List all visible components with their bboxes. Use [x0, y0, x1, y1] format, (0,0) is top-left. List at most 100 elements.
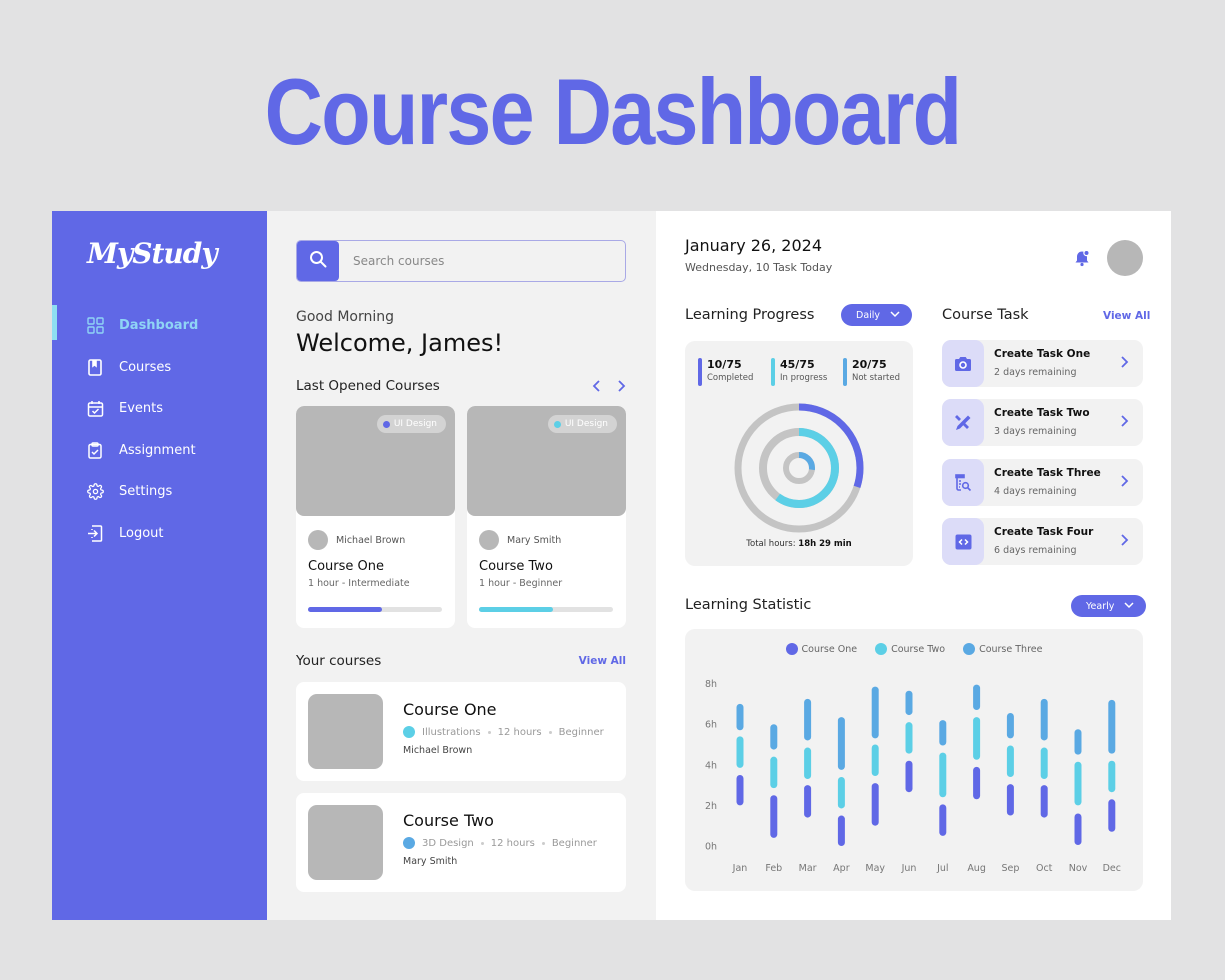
chevron-left-icon[interactable] — [592, 378, 602, 397]
task-remaining: 2 days remaining — [994, 367, 1077, 378]
x-tick-label: Jan — [732, 863, 748, 874]
search-button[interactable] — [297, 241, 339, 281]
x-tick-label: Dec — [1103, 863, 1121, 874]
progress-rings — [734, 403, 864, 533]
y-tick-label: 4h — [705, 760, 717, 771]
gear-icon — [86, 483, 104, 501]
design-tools-icon — [942, 399, 984, 446]
sidebar-item-dashboard[interactable]: Dashboard — [52, 305, 267, 347]
course-level: Beginner — [558, 726, 604, 738]
y-tick-label: 6h — [705, 720, 717, 731]
stat-in-progress: 45/75 In progress — [771, 358, 827, 386]
logout-icon — [86, 524, 104, 542]
task-remaining: 3 days remaining — [994, 426, 1077, 437]
task-title: Create Task Four — [994, 526, 1094, 538]
course-meta: Illustrations 12 hours Beginner — [403, 726, 604, 738]
dropdown-label: Daily — [856, 309, 881, 321]
main-column: Good Morning Welcome, James! Last Opened… — [267, 211, 656, 920]
dropdown-label: Yearly — [1086, 600, 1115, 612]
tag-dot — [553, 420, 561, 428]
category-dot — [403, 726, 415, 738]
sidebar-item-courses[interactable]: Courses — [52, 347, 267, 389]
chevron-right-icon — [1120, 474, 1129, 492]
your-courses-title: Your courses — [296, 653, 382, 669]
stat-value: 45/75 — [780, 358, 815, 371]
carousel-controls — [592, 378, 626, 397]
stat-color-bar — [771, 358, 775, 386]
progress-fill — [308, 607, 382, 612]
right-panel: January 26, 2024 Wednesday, 10 Task Toda… — [656, 211, 1171, 920]
course-level: Beginner — [551, 837, 597, 849]
x-tick-label: Oct — [1036, 863, 1053, 874]
task-remaining: 4 days remaining — [994, 486, 1077, 497]
learning-statistic-title: Learning Statistic — [685, 597, 812, 613]
chevron-right-icon[interactable] — [616, 378, 626, 397]
stat-color-bar — [843, 358, 847, 386]
stat-value: 20/75 — [852, 358, 887, 371]
recent-course-card[interactable]: UI Design Michael Brown Course One 1 hou… — [296, 406, 455, 628]
sidebar-item-label: Dashboard — [119, 318, 199, 334]
category-tag: UI Design — [547, 415, 617, 433]
course-thumbnail: UI Design — [467, 406, 626, 516]
sidebar: MyStudy Dashboard Courses Events Assignm… — [52, 211, 267, 920]
course-list-item[interactable]: Course Two 3D Design 12 hours Beginner M… — [296, 793, 626, 892]
task-item[interactable]: Create Task Two 3 days remaining — [942, 399, 1143, 446]
task-item[interactable]: Create Task Three 4 days remaining — [942, 459, 1143, 506]
x-tick-label: Aug — [967, 863, 986, 874]
author-name: Mary Smith — [507, 534, 562, 546]
y-tick-label: 0h — [705, 842, 717, 853]
view-all-tasks-link[interactable]: View All — [1103, 310, 1150, 322]
course-category: Illustrations — [422, 726, 481, 738]
course-title: Course One — [308, 559, 384, 574]
total-hours-label: Total hours: — [746, 539, 796, 549]
statistic-period-dropdown[interactable]: Yearly — [1071, 595, 1147, 617]
sidebar-item-label: Settings — [119, 484, 173, 500]
profile-avatar[interactable] — [1107, 240, 1143, 276]
learning-progress-title: Learning Progress — [685, 307, 815, 323]
stat-label: Not started — [852, 373, 901, 383]
sidebar-item-label: Logout — [119, 525, 164, 541]
progress-period-dropdown[interactable]: Daily — [841, 304, 913, 326]
course-title: Course Two — [403, 811, 494, 830]
task-title: Create Task Two — [994, 407, 1090, 419]
x-tick-label: Apr — [833, 863, 850, 874]
calendar-check-icon — [86, 400, 104, 418]
chevron-right-icon — [1120, 355, 1129, 373]
chevron-down-icon — [1124, 601, 1134, 612]
greeting: Good Morning — [296, 309, 394, 325]
dashboard-app: MyStudy Dashboard Courses Events Assignm… — [52, 211, 1171, 920]
sidebar-item-settings[interactable]: Settings — [52, 471, 267, 513]
sidebar-item-label: Events — [119, 401, 164, 417]
task-remaining: 6 days remaining — [994, 545, 1077, 556]
tag-label: UI Design — [564, 419, 608, 429]
hero-title: Course Dashboard — [264, 59, 962, 164]
y-tick-label: 2h — [705, 801, 717, 812]
avatar — [308, 530, 328, 550]
view-all-courses-link[interactable]: View All — [579, 655, 626, 667]
recent-course-card[interactable]: UI Design Mary Smith Course Two 1 hour -… — [467, 406, 626, 628]
course-thumbnail — [308, 805, 383, 880]
chevron-right-icon — [1120, 533, 1129, 551]
learning-statistic-chart: Course One Course Two Course Three 0h 2h 4… — [685, 629, 1143, 891]
last-opened-title: Last Opened Courses — [296, 378, 440, 394]
search-icon — [309, 250, 327, 272]
sidebar-item-logout[interactable]: Logout — [52, 513, 267, 555]
chevron-right-icon — [1120, 414, 1129, 432]
bell-icon[interactable] — [1073, 249, 1091, 271]
course-list-item[interactable]: Course One Illustrations 12 hours Beginn… — [296, 682, 626, 781]
sidebar-item-label: Assignment — [119, 442, 196, 458]
author-name: Michael Brown — [336, 534, 406, 546]
task-item[interactable]: Create Task Four 6 days remaining — [942, 518, 1143, 565]
author: Mary Smith — [479, 530, 561, 550]
sidebar-item-assignment[interactable]: Assignment — [52, 430, 267, 472]
course-thumbnail — [308, 694, 383, 769]
sidebar-item-events[interactable]: Events — [52, 388, 267, 430]
x-tick-label: Jun — [901, 863, 917, 874]
search-input[interactable] — [339, 241, 625, 281]
course-duration: 12 hours — [490, 837, 535, 849]
course-duration: 12 hours — [497, 726, 542, 738]
task-item[interactable]: Create Task One 2 days remaining — [942, 340, 1143, 387]
logo[interactable]: MyStudy — [87, 237, 218, 270]
separator — [480, 841, 484, 845]
current-date: January 26, 2024 — [685, 236, 822, 255]
